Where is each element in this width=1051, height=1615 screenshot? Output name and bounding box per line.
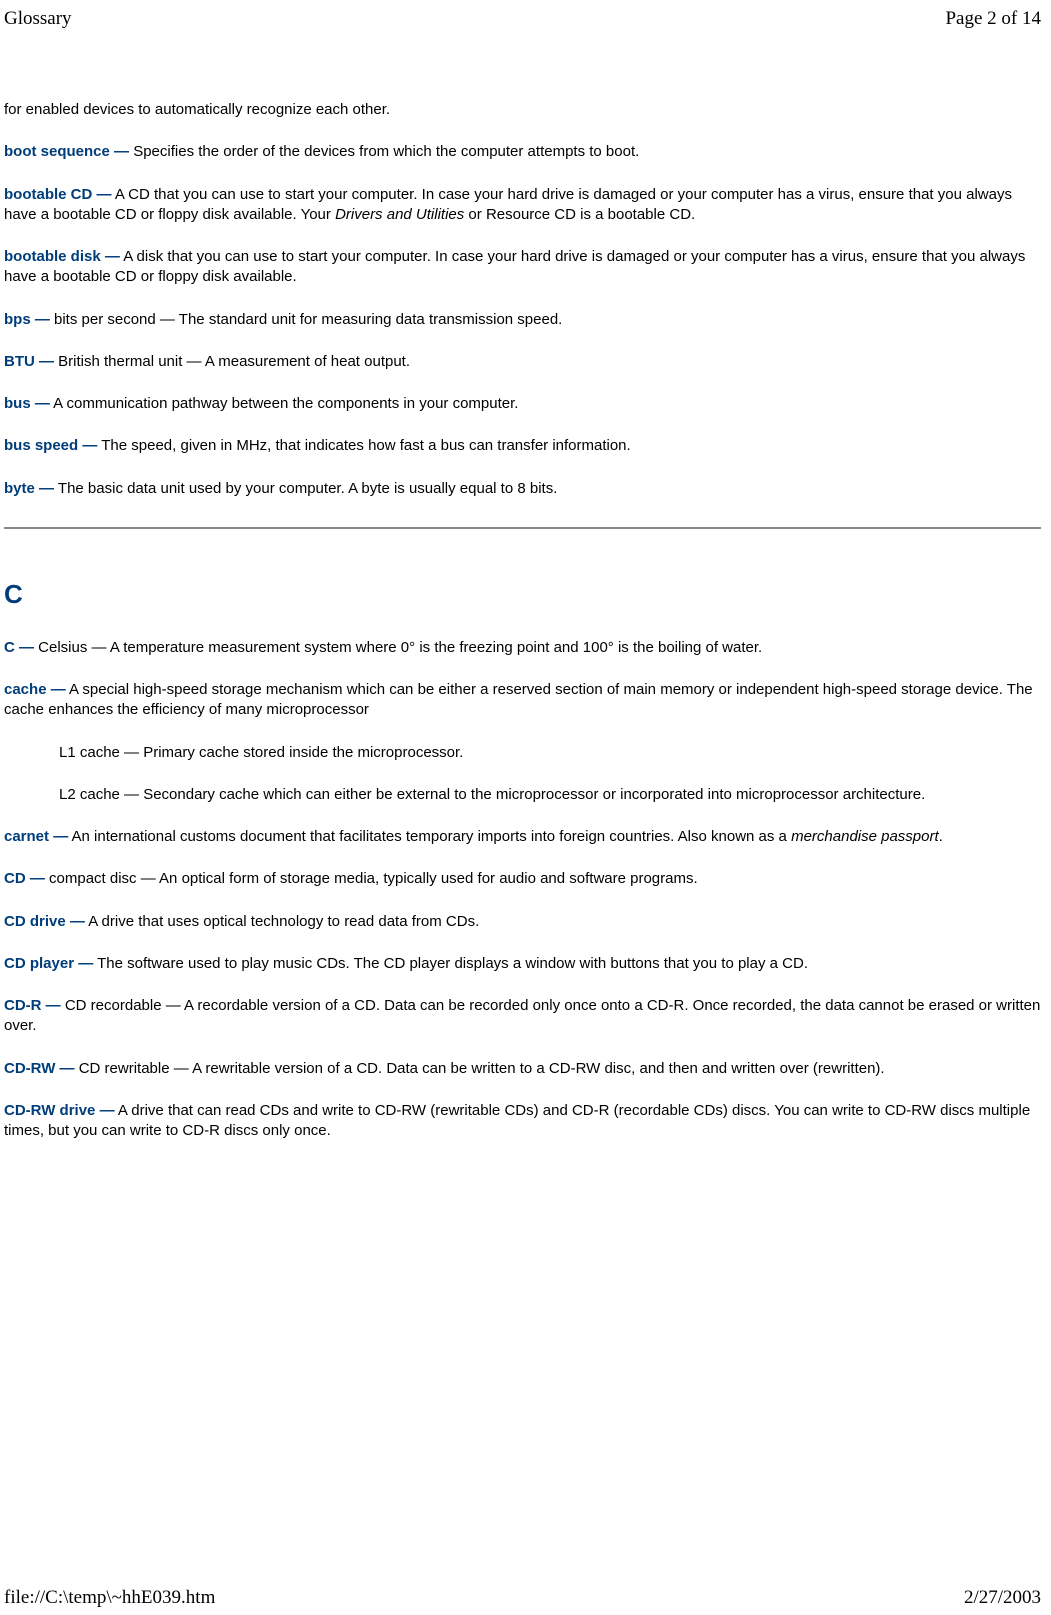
definition-post: . <box>939 828 943 845</box>
term: byte — <box>4 480 54 497</box>
entry-cd-drive: CD drive — A drive that uses optical tec… <box>4 912 1041 932</box>
header-title: Glossary <box>4 8 72 30</box>
definition: The basic data unit used by your compute… <box>54 480 557 497</box>
entry-cd-player: CD player — The software used to play mu… <box>4 954 1041 974</box>
sub-entry-l1-cache: L1 cache — Primary cache stored inside t… <box>59 743 1041 763</box>
definition: CD recordable — A recordable version of … <box>4 997 1040 1034</box>
entry-byte: byte — The basic data unit used by your … <box>4 479 1041 499</box>
definition: British thermal unit — A measurement of … <box>54 353 410 370</box>
definition: A special high-speed storage mechanism w… <box>4 681 1033 718</box>
entry-cache: cache — A special high-speed storage mec… <box>4 680 1041 721</box>
term: bus speed — <box>4 437 97 454</box>
definition: A communication pathway between the comp… <box>50 395 519 412</box>
entry-bootable-disk: bootable disk — A disk that you can use … <box>4 247 1041 288</box>
entry-bps: bps — bits per second — The standard uni… <box>4 310 1041 330</box>
entry-carnet: carnet — An international customs docume… <box>4 827 1041 847</box>
term: C — <box>4 639 34 656</box>
term: CD-R — <box>4 997 61 1014</box>
term: CD-RW drive — <box>4 1102 115 1119</box>
definition-italic: Drivers and Utilities <box>335 206 464 223</box>
entry-cd-rw-drive: CD-RW drive — A drive that can read CDs … <box>4 1101 1041 1142</box>
footer-path: file://C:\temp\~hhE039.htm <box>4 1587 215 1609</box>
term: BTU — <box>4 353 54 370</box>
term: CD-RW — <box>4 1060 75 1077</box>
definition: A drive that uses optical technology to … <box>85 913 479 930</box>
term: bootable disk — <box>4 248 120 265</box>
definition: CD rewritable — A rewritable version of … <box>75 1060 885 1077</box>
section-heading-c: C <box>4 579 1041 610</box>
header-page-info: Page 2 of 14 <box>945 8 1041 30</box>
term: carnet — <box>4 828 68 845</box>
footer-date: 2/27/2003 <box>964 1587 1041 1609</box>
entry-btu: BTU — British thermal unit — A measureme… <box>4 352 1041 372</box>
term: CD drive — <box>4 913 85 930</box>
entry-cd-rw: CD-RW — CD rewritable — A rewritable ver… <box>4 1059 1041 1079</box>
definition: The speed, given in MHz, that indicates … <box>97 437 630 454</box>
content-area: for enabled devices to automatically rec… <box>0 30 1051 1141</box>
definition: The software used to play music CDs. The… <box>93 955 808 972</box>
term: bootable CD — <box>4 186 112 203</box>
term: bus — <box>4 395 50 412</box>
entry-c-celsius: C — Celsius — A temperature measurement … <box>4 638 1041 658</box>
page-footer: file://C:\temp\~hhE039.htm 2/27/2003 <box>4 1587 1041 1609</box>
entry-cd-r: CD-R — CD recordable — A recordable vers… <box>4 996 1041 1037</box>
definition: Specifies the order of the devices from … <box>129 143 639 160</box>
intro-fragment: for enabled devices to automatically rec… <box>4 100 1041 120</box>
entry-bus-speed: bus speed — The speed, given in MHz, tha… <box>4 436 1041 456</box>
definition-post: or Resource CD is a bootable CD. <box>464 206 695 223</box>
term: CD player — <box>4 955 93 972</box>
term: cache — <box>4 681 66 698</box>
definition-pre: An international customs document that f… <box>68 828 791 845</box>
section-divider <box>4 527 1041 529</box>
entry-cd: CD — compact disc — An optical form of s… <box>4 869 1041 889</box>
definition: A disk that you can use to start your co… <box>4 248 1025 285</box>
term: CD — <box>4 870 45 887</box>
definition: bits per second — The standard unit for … <box>50 311 563 328</box>
definition: Celsius — A temperature measurement syst… <box>34 639 762 656</box>
sub-entry-l2-cache: L2 cache — Secondary cache which can eit… <box>59 785 1041 805</box>
definition: compact disc — An optical form of storag… <box>45 870 698 887</box>
page-container: Glossary Page 2 of 14 for enabled device… <box>0 0 1051 1615</box>
term: bps — <box>4 311 50 328</box>
entry-bus: bus — A communication pathway between th… <box>4 394 1041 414</box>
definition-italic: merchandise passport <box>791 828 939 845</box>
definition: A drive that can read CDs and write to C… <box>4 1102 1030 1139</box>
page-header: Glossary Page 2 of 14 <box>0 0 1051 30</box>
term: boot sequence — <box>4 143 129 160</box>
entry-bootable-cd: bootable CD — A CD that you can use to s… <box>4 185 1041 226</box>
entry-boot-sequence: boot sequence — Specifies the order of t… <box>4 142 1041 162</box>
